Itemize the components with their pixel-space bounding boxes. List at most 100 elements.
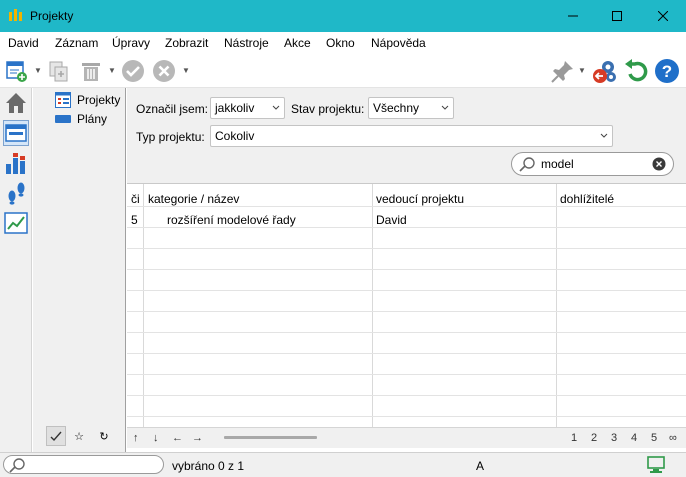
new-record-button[interactable] — [4, 58, 30, 84]
nav-item-label: Plány — [77, 112, 108, 126]
move-up-button[interactable]: ↑ — [133, 432, 139, 444]
page-2-button[interactable]: 2 — [591, 432, 597, 444]
input-mode-indicator: A — [476, 459, 485, 473]
marked-select[interactable]: jakkoliv — [210, 97, 285, 119]
check-icon — [50, 431, 62, 442]
svg-text:?: ? — [662, 62, 672, 81]
table-row[interactable] — [127, 291, 686, 312]
reports-button[interactable] — [3, 150, 29, 176]
refresh-icon: ↻ — [99, 430, 109, 443]
column-header[interactable]: vedoucí projektu — [376, 192, 464, 206]
view-toggle-button[interactable] — [46, 426, 66, 446]
home-icon — [6, 93, 26, 113]
nav-item-projekty[interactable]: Projekty — [55, 92, 120, 108]
history-button[interactable]: ↻ — [94, 426, 114, 446]
menu-upravy[interactable]: Úpravy — [112, 36, 150, 50]
cell-number: 5 — [131, 213, 138, 227]
menu-okno[interactable]: Okno — [326, 36, 355, 50]
minimize-button[interactable] — [550, 0, 596, 32]
projects-list-icon — [55, 92, 71, 108]
menu-nastroje[interactable]: Nástroje — [224, 36, 269, 50]
column-header[interactable]: či — [131, 192, 140, 206]
pin-button[interactable] — [550, 58, 576, 84]
trend-button[interactable] — [3, 210, 29, 236]
menu-zobrazit[interactable]: Zobrazit — [165, 36, 208, 50]
page-4-button[interactable]: 4 — [631, 432, 637, 444]
state-label: Stav projektu: — [291, 102, 365, 116]
state-select[interactable]: Všechny — [368, 97, 454, 119]
menu-akce[interactable]: Akce — [284, 36, 311, 50]
help-icon: ? — [655, 59, 679, 83]
move-left-button[interactable]: ← — [172, 432, 183, 444]
menu-napoveda[interactable]: Nápověda — [371, 36, 426, 50]
marked-label: Označil jsem: — [136, 102, 209, 116]
page-5-button[interactable]: 5 — [651, 432, 657, 444]
menu-zaznam[interactable]: Záznam — [55, 36, 98, 50]
pin-dropdown-icon[interactable]: ▼ — [578, 66, 586, 75]
search-field[interactable]: model — [511, 152, 674, 176]
cancel-icon — [153, 60, 175, 82]
new-record-icon — [6, 61, 27, 82]
nav-item-label: Projekty — [77, 93, 121, 107]
undo-button[interactable] — [623, 58, 649, 84]
new-record-dropdown-icon[interactable]: ▼ — [34, 66, 42, 75]
table-row[interactable] — [127, 228, 686, 249]
table-row[interactable] — [127, 333, 686, 354]
favorites-button[interactable]: ☆ — [69, 426, 89, 446]
toolbar: ▼ ▼ ▼ ▼ ? — [0, 54, 686, 88]
cancel-button[interactable] — [151, 58, 177, 84]
projects-module-button[interactable] — [3, 120, 29, 146]
help-button[interactable]: ? — [654, 58, 680, 84]
close-button[interactable] — [640, 0, 686, 32]
filter-panel: Označil jsem: jakkoliv Stav projektu: Vš… — [127, 88, 686, 183]
move-down-button[interactable]: ↓ — [153, 432, 159, 444]
page-all-button[interactable]: ∞ — [669, 432, 677, 444]
type-select[interactable]: Cokoliv — [210, 125, 613, 147]
page-1-button[interactable]: 1 — [571, 432, 577, 444]
copy-record-button[interactable] — [46, 58, 72, 84]
maximize-button[interactable] — [594, 0, 640, 32]
table-row[interactable] — [127, 270, 686, 291]
table-row[interactable] — [127, 312, 686, 333]
selection-count: vybráno 0 z 1 — [172, 459, 245, 473]
quick-search-field[interactable] — [3, 455, 164, 474]
chevron-down-icon — [600, 133, 608, 138]
confirm-button[interactable] — [120, 58, 146, 84]
delete-button[interactable] — [78, 58, 104, 84]
column-header[interactable]: dohlížitelé — [560, 192, 614, 206]
close-icon — [658, 11, 668, 21]
clear-search-icon[interactable] — [652, 157, 666, 171]
home-button[interactable] — [3, 90, 29, 116]
undo-icon — [625, 59, 648, 82]
copy-record-icon — [49, 61, 68, 82]
steps-button[interactable] — [3, 180, 29, 206]
cancel-dropdown-icon[interactable]: ▼ — [182, 66, 190, 75]
table-row[interactable]: 5 rozšíření modelové řady David — [127, 207, 686, 228]
table-footer: ↑ ↓ ← → 1 2 3 4 5 ∞ — [127, 427, 686, 448]
projects-module-icon — [5, 124, 27, 142]
move-right-button[interactable]: → — [192, 432, 203, 444]
table-row[interactable] — [127, 396, 686, 417]
table-row[interactable] — [127, 375, 686, 396]
table-row[interactable] — [127, 249, 686, 270]
delete-dropdown-icon[interactable]: ▼ — [108, 66, 116, 75]
computer-icon[interactable] — [647, 456, 665, 474]
horizontal-scrollbar[interactable] — [224, 436, 317, 439]
maximize-icon — [612, 11, 622, 21]
navigation-panel: Projekty Plány ☆ ↻ — [33, 88, 126, 452]
module-bar — [0, 88, 32, 452]
settings-button[interactable] — [592, 58, 618, 84]
menu-bar: David Záznam Úpravy Zobrazit Nástroje Ak… — [0, 32, 686, 54]
search-icon — [519, 157, 535, 172]
type-label: Typ projektu: — [136, 130, 205, 144]
nav-item-plany[interactable]: Plány — [55, 111, 107, 127]
search-input[interactable]: model — [541, 157, 574, 171]
table-header: či kategorie / název vedoucí projektu do… — [127, 184, 686, 207]
menu-david[interactable]: David — [8, 36, 39, 50]
minimize-icon — [568, 15, 578, 17]
footsteps-icon — [8, 182, 25, 205]
column-header[interactable]: kategorie / název — [148, 192, 239, 206]
table-row[interactable] — [127, 354, 686, 375]
trend-chart-icon — [4, 212, 28, 234]
page-3-button[interactable]: 3 — [611, 432, 617, 444]
